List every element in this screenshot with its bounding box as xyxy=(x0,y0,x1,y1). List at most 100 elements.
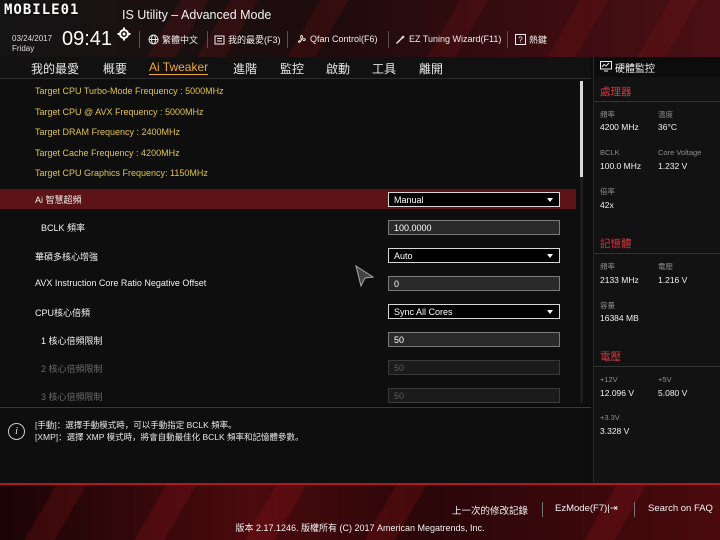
header-decoration xyxy=(274,0,354,57)
help-line-xmp: [XMP]：選擇 XMP 模式時，將會自動最佳化 BCLK 頻率和記憶體參數。 xyxy=(35,432,304,442)
core1-ratio-limit-label: 1 核心倍頻限制 xyxy=(41,336,103,346)
cpu-core-ratio-value: Sync All Cores xyxy=(394,307,453,317)
v5-label: +5V xyxy=(658,375,672,384)
cpu-core-ratio-label: CPU核心倍頻 xyxy=(35,308,91,318)
tab-favorites[interactable]: 我的最愛 xyxy=(31,60,79,77)
memory-capacity-value: 16384 MB xyxy=(600,313,639,323)
main-tab-bar: 我的最愛 概要 Ai Tweaker 進階 監控 啟動 工具 離開 xyxy=(0,57,591,79)
search-faq-button[interactable]: Search on FAQ xyxy=(648,503,713,514)
core3-ratio-limit-value: 50 xyxy=(394,391,405,401)
core1-ratio-limit-value: 50 xyxy=(394,335,405,345)
bclk-value: 100.0 MHz xyxy=(600,161,642,171)
info-target-dram-frequency: Target DRAM Frequency : 2400MHz xyxy=(35,127,181,137)
avx-offset-value: 0 xyxy=(394,279,400,289)
day-display: Friday xyxy=(12,44,35,53)
tab-main[interactable]: 概要 xyxy=(103,60,127,77)
ratio-value: 42x xyxy=(600,200,614,210)
header-separator xyxy=(139,31,140,48)
multicore-enhancement-select[interactable]: Auto xyxy=(388,248,560,263)
ez-tuning-wizard-button[interactable]: EZ Tuning Wizard(F11) xyxy=(395,31,501,47)
hotkeys-button[interactable]: ? 熱鍵 xyxy=(515,31,547,47)
core1-ratio-limit-input[interactable]: 50 xyxy=(388,332,560,347)
memory-voltage-value: 1.216 V xyxy=(658,275,688,285)
app-title: IS Utility – Advanced Mode xyxy=(122,8,272,22)
bottom-bar: 上一次的修改記錄 EzMode(F7)|⇥ Search on FAQ 版本 2… xyxy=(0,483,720,540)
hotkey-icon: ? xyxy=(515,33,526,45)
top-header: MOBILE01 IS Utility – Advanced Mode 03/2… xyxy=(0,0,720,57)
favorites-icon xyxy=(214,35,225,44)
memory-frequency-label: 頻率 xyxy=(600,262,615,271)
favorites-button[interactable]: 我的最愛(F3) xyxy=(214,31,281,47)
avx-offset-input[interactable]: 0 xyxy=(388,276,560,291)
header-separator xyxy=(207,31,208,48)
hotkeys-label: 熱鍵 xyxy=(529,34,548,45)
wizard-icon xyxy=(396,34,405,44)
hardware-monitor-panel: 硬體監控 處理器 頻率 溫度 4200 MHz 36°C BCLK Core V… xyxy=(593,57,720,483)
info-target-graphics-frequency: Target CPU Graphics Frequency: 1150MHz xyxy=(35,168,208,178)
info-target-cache-frequency: Target Cache Frequency : 4200MHz xyxy=(35,148,180,158)
tab-exit[interactable]: 離開 xyxy=(419,60,443,77)
ai-overclock-select[interactable]: Manual xyxy=(388,192,560,207)
cpu-frequency-value: 4200 MHz xyxy=(600,122,639,132)
hw-section-memory: 記憶體 xyxy=(600,238,632,250)
tab-ai-tweaker[interactable]: Ai Tweaker xyxy=(149,60,209,75)
cpu-core-ratio-select[interactable]: Sync All Cores xyxy=(388,304,560,319)
help-line-manual: [手動]：選擇手動模式時，可以手動指定 BCLK 頻率。 xyxy=(35,420,237,430)
ezmode-button[interactable]: EzMode(F7)|⇥ xyxy=(555,503,618,514)
tab-monitor[interactable]: 監控 xyxy=(280,60,304,77)
ez-tuning-wizard-label: EZ Tuning Wizard(F11) xyxy=(409,34,502,44)
hw-section-voltage: 電壓 xyxy=(600,351,621,363)
v33-value: 3.328 V xyxy=(600,426,630,436)
help-description-panel: i [手動]：選擇手動模式時，可以手動指定 BCLK 頻率。 [XMP]：選擇 … xyxy=(0,407,591,483)
memory-frequency-value: 2133 MHz xyxy=(600,275,639,285)
last-modified-button[interactable]: 上一次的修改記錄 xyxy=(452,503,528,517)
favorites-label: 我的最愛(F3) xyxy=(228,34,281,45)
main-settings-panel: 我的最愛 概要 Ai Tweaker 進階 監控 啟動 工具 離開 Target… xyxy=(0,57,591,405)
info-icon: i xyxy=(8,423,25,440)
v5-value: 5.080 V xyxy=(658,388,688,398)
date-display: 03/24/2017 xyxy=(12,34,53,43)
tab-boot[interactable]: 啟動 xyxy=(326,60,350,77)
svg-text:?: ? xyxy=(518,35,523,44)
header-separator xyxy=(388,31,389,48)
tab-tool[interactable]: 工具 xyxy=(372,60,396,77)
footer-accent-line xyxy=(0,483,720,485)
bclk-frequency-value: 100.0000 xyxy=(394,223,432,233)
hw-section-cpu: 處理器 xyxy=(600,86,632,98)
cpu-frequency-label: 頻率 xyxy=(600,110,615,119)
memory-capacity-label: 容量 xyxy=(600,301,615,310)
copyright-text: 版本 2.17.1246. 版權所有 (C) 2017 American Meg… xyxy=(235,523,485,533)
info-target-avx-frequency: Target CPU @ AVX Frequency : 5000MHz xyxy=(35,107,204,117)
ai-overclock-value: Manual xyxy=(394,195,424,205)
qfan-control-button[interactable]: Qfan Control(F6) xyxy=(296,31,378,47)
language-label: 繁體中文 xyxy=(162,34,199,45)
hw-divider xyxy=(594,253,720,254)
dropdown-arrow-icon xyxy=(547,254,553,258)
cpu-temperature-value: 36°C xyxy=(658,122,677,132)
bclk-frequency-input[interactable]: 100.0000 xyxy=(388,220,560,235)
hw-divider xyxy=(594,366,720,367)
core-voltage-value: 1.232 V xyxy=(658,161,688,171)
clock-display: 09:41 xyxy=(62,28,113,50)
bclk-label: BCLK xyxy=(600,148,620,157)
mouse-pointer-icon xyxy=(355,265,375,287)
header-decoration xyxy=(534,0,614,57)
clock-settings-gear-icon[interactable] xyxy=(117,27,131,41)
avx-offset-label: AVX Instruction Core Ratio Negative Offs… xyxy=(35,278,207,288)
hw-monitor-header: 硬體監控 xyxy=(594,57,720,77)
qfan-control-label: Qfan Control(F6) xyxy=(310,34,378,44)
footer-separator xyxy=(542,502,543,517)
bclk-frequency-label: BCLK 頻率 xyxy=(41,223,86,233)
brand-logo: MOBILE01 xyxy=(4,2,80,18)
scrollbar-thumb[interactable] xyxy=(580,81,583,177)
header-decoration xyxy=(414,0,494,57)
ratio-label: 倍率 xyxy=(600,187,615,196)
tab-advanced[interactable]: 進階 xyxy=(233,60,257,77)
language-button[interactable]: 繁體中文 xyxy=(148,31,198,47)
v12-value: 12.096 V xyxy=(600,388,635,398)
ai-overclock-label: Ai 智慧超頻 xyxy=(35,195,82,205)
dropdown-arrow-icon xyxy=(547,310,553,314)
monitor-icon xyxy=(600,61,612,72)
hw-divider xyxy=(594,101,720,102)
footer-separator xyxy=(634,502,635,517)
